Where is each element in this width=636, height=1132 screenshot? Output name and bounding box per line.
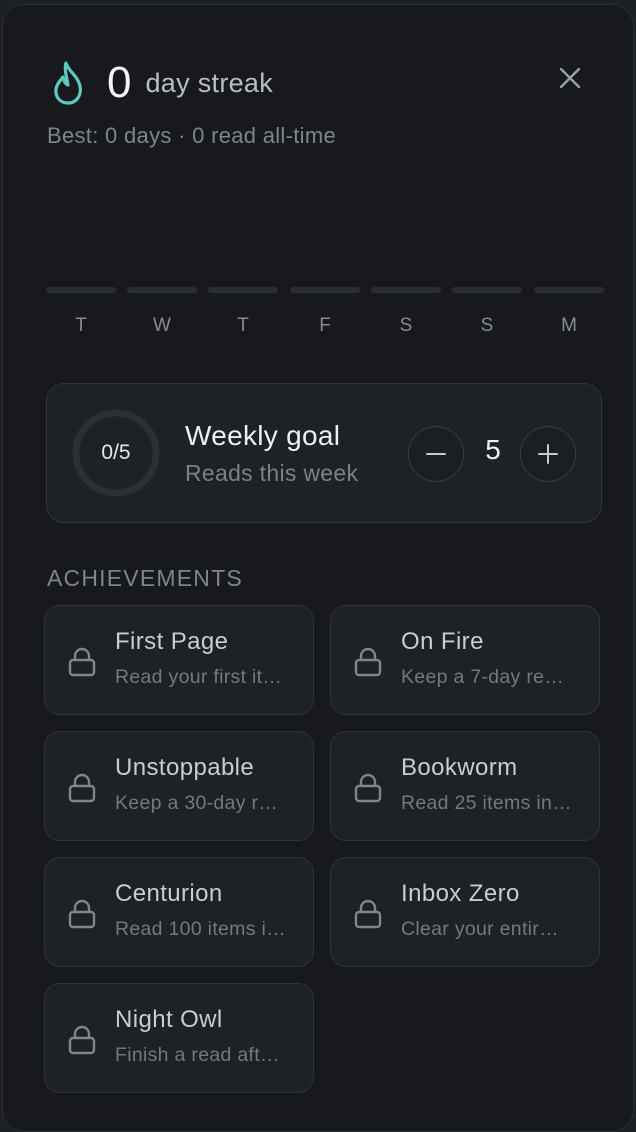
achievement-title: Centurion: [115, 880, 223, 907]
lock-icon: [68, 1025, 96, 1055]
achievement-title: First Page: [115, 628, 229, 655]
day-label: M: [561, 315, 577, 336]
day-column: T: [46, 287, 116, 337]
day-label: S: [399, 315, 413, 336]
day-activity-bar: [290, 287, 360, 293]
streak-header: 0 day streak: [51, 57, 273, 109]
achievements-heading: ACHIEVEMENTS: [47, 565, 243, 591]
lock-icon: [354, 647, 382, 677]
day-label: T: [237, 315, 249, 336]
day-activity-bar: [127, 287, 197, 293]
day-label: F: [319, 315, 331, 336]
day-column: S: [452, 287, 522, 337]
achievement-title: Inbox Zero: [401, 880, 520, 907]
achievement-description: Read 25 items in…: [401, 792, 572, 814]
day-column: M: [534, 287, 604, 337]
day-activity-bar: [46, 287, 116, 293]
achievement-card-centurion[interactable]: Centurion Read 100 items i…: [44, 857, 314, 967]
goal-title: Weekly goal: [185, 420, 341, 451]
day-activity-bar: [208, 287, 278, 293]
lock-icon: [68, 899, 96, 929]
achievement-description: Keep a 30-day r…: [115, 792, 279, 814]
decrease-goal-button[interactable]: [408, 426, 464, 482]
lock-icon: [354, 899, 382, 929]
achievement-card-on-fire[interactable]: On Fire Keep a 7-day re…: [330, 605, 600, 715]
goal-progress-text: 0/5: [101, 441, 131, 464]
achievement-description: Finish a read aft…: [115, 1044, 280, 1066]
achievement-title: Night Owl: [115, 1006, 223, 1033]
minus-icon: [426, 453, 446, 455]
achievement-description: Keep a 7-day re…: [401, 666, 565, 688]
day-label: T: [75, 315, 87, 336]
streak-summary: Best: 0 days · 0 read all-time: [47, 123, 337, 148]
achievement-title: Bookworm: [401, 754, 518, 781]
achievement-card-bookworm[interactable]: Bookworm Read 25 items in…: [330, 731, 600, 841]
plus-icon: [538, 444, 558, 464]
goal-subtitle: Reads this week: [185, 460, 359, 486]
achievement-title: Unstoppable: [115, 754, 255, 781]
close-button[interactable]: [553, 61, 587, 95]
lock-icon: [68, 647, 96, 677]
achievement-card-night-owl[interactable]: Night Owl Finish a read aft…: [44, 983, 314, 1093]
day-activity-bar: [371, 287, 441, 293]
achievement-card-first-page[interactable]: First Page Read your first it…: [44, 605, 314, 715]
week-days: T W T F S S M: [46, 287, 604, 337]
achievement-card-inbox-zero[interactable]: Inbox Zero Clear your entir…: [330, 857, 600, 967]
day-activity-bar: [452, 287, 522, 293]
lock-icon: [354, 773, 382, 803]
goal-target-value: 5: [485, 434, 501, 465]
achievement-card-unstoppable[interactable]: Unstoppable Keep a 30-day r…: [44, 731, 314, 841]
day-column: T: [208, 287, 278, 337]
achievement-description: Clear your entir…: [401, 918, 559, 940]
flame-icon: [54, 61, 82, 105]
achievement-description: Read 100 items i…: [115, 918, 286, 940]
day-column: F: [290, 287, 360, 337]
streak-panel: 0 day streak Best: 0 days · 0 read all-t…: [2, 4, 634, 1132]
achievement-title: On Fire: [401, 628, 484, 655]
day-label: W: [153, 315, 171, 336]
close-icon: [559, 67, 581, 89]
streak-count: 0: [107, 58, 132, 107]
day-column: W: [127, 287, 197, 337]
weekly-goal-card: 0/5 Weekly goal Reads this week 5: [46, 383, 602, 523]
achievement-description: Read your first it…: [115, 666, 283, 688]
day-label: S: [480, 315, 494, 336]
streak-label: day streak: [145, 68, 274, 98]
day-activity-bar: [534, 287, 604, 293]
day-column: S: [371, 287, 441, 337]
increase-goal-button[interactable]: [520, 426, 576, 482]
lock-icon: [68, 773, 96, 803]
